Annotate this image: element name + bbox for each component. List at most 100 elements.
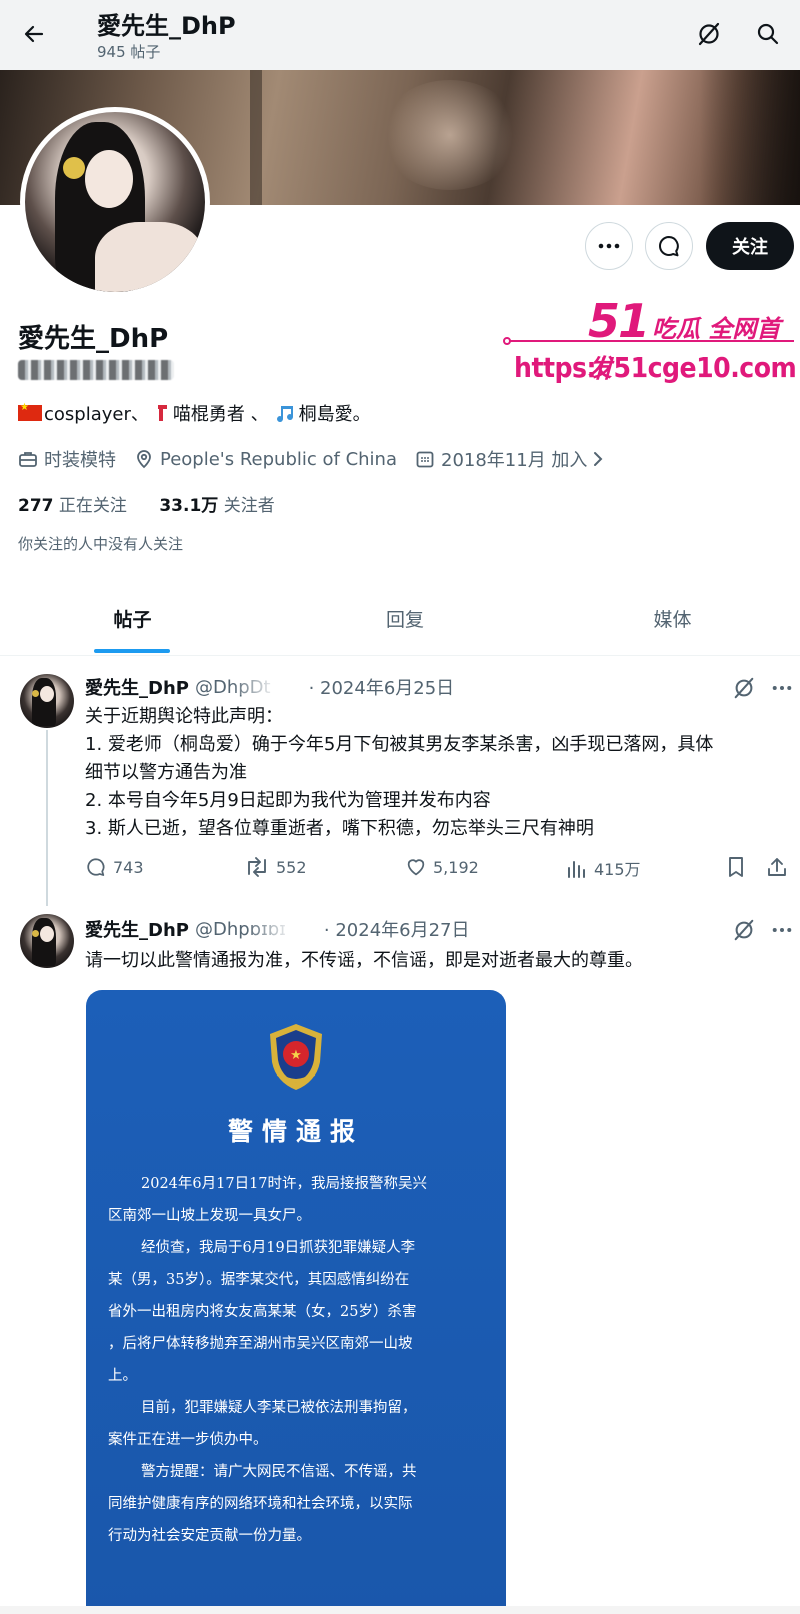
notice-line: 目前，犯罪嫌疑人李某已被依法刑事拘留， bbox=[141, 1400, 417, 1416]
post-date[interactable]: · 2024年6月27日 bbox=[324, 916, 470, 942]
bookmark-button[interactable] bbox=[726, 856, 752, 878]
post-text-line: 1. 爱老师（桐岛爱）确于今年5月下旬被其男友李某杀害，凶手现已落网，具体 bbox=[85, 734, 714, 755]
share-icon bbox=[768, 858, 786, 876]
grok-icon bbox=[734, 677, 754, 699]
post-text-line: 细节以警方通告为准 bbox=[85, 762, 247, 783]
avatar-flower bbox=[63, 157, 85, 179]
profile-stats: 277 正在关注 33.1万 关注者 bbox=[18, 491, 275, 516]
avatar-face bbox=[85, 150, 133, 208]
post-header: 愛先生_DhP @DhpDt · 2024年6月25日 bbox=[85, 674, 454, 700]
active-tab-indicator bbox=[94, 649, 170, 653]
police-emblem-icon: ★ bbox=[270, 1024, 322, 1090]
like-count: 5,192 bbox=[433, 857, 479, 877]
profile-joined[interactable]: 2018年11月 加入 bbox=[415, 446, 609, 472]
reply-button[interactable]: 743 bbox=[85, 856, 144, 878]
profile-location: People's Republic of China bbox=[134, 449, 397, 470]
heart-icon bbox=[407, 859, 425, 876]
police-notice-image[interactable]: ★ 警情通报 2024年6月17日17时许，我局接报警称吴兴 区南郊一山坡上发现… bbox=[86, 990, 506, 1614]
more-button[interactable] bbox=[585, 222, 633, 270]
watermark-dot bbox=[503, 337, 511, 345]
joined-label: 2018年11月 加入 bbox=[441, 450, 588, 471]
post-more-button[interactable] bbox=[766, 672, 798, 704]
location-label: People's Republic of China bbox=[160, 448, 397, 470]
post-text-line: 2. 本号自今年5月9日起即为我代为管理并发布内容 bbox=[85, 790, 491, 811]
profile-bio: cosplayer、 喵棍勇者 、 桐島愛。 bbox=[18, 400, 371, 426]
like-button[interactable]: 5,192 bbox=[405, 856, 479, 878]
following-label: 正在关注 bbox=[58, 496, 127, 516]
music-note-icon bbox=[276, 406, 293, 423]
notice-line: ，后将尸体转移抛弃至湖州市吴兴区南郊一山坡 bbox=[108, 1336, 413, 1352]
red-stick-icon bbox=[157, 405, 167, 421]
repost-count: 552 bbox=[276, 857, 307, 877]
profile-meta: 时装模特 People's Republic of China 2018年11月… bbox=[18, 446, 627, 472]
message-button[interactable] bbox=[645, 222, 693, 270]
bookmark-icon bbox=[729, 857, 743, 877]
avatar-hair bbox=[32, 918, 56, 966]
watermark-url: https://51cge10.com bbox=[514, 351, 797, 384]
arrow-left-icon bbox=[24, 25, 44, 43]
handle-redaction bbox=[230, 679, 309, 695]
post-grok-button[interactable] bbox=[728, 672, 760, 704]
tab-media[interactable]: 媒体 bbox=[545, 580, 800, 656]
bio-part-2: 喵棍勇者 、 bbox=[172, 404, 269, 425]
watermark-line bbox=[506, 340, 794, 342]
post-more-button[interactable] bbox=[766, 914, 798, 946]
avatar-face bbox=[40, 926, 54, 942]
followers-label: 关注者 bbox=[223, 496, 275, 516]
more-icon bbox=[598, 243, 620, 249]
repost-button[interactable]: 552 bbox=[244, 856, 307, 878]
tab-replies[interactable]: 回复 bbox=[265, 580, 545, 656]
notice-title: 警情通报 bbox=[227, 1117, 364, 1146]
grok-icon bbox=[734, 919, 754, 941]
bar-chart-icon bbox=[568, 861, 585, 878]
following-count: 277 bbox=[18, 496, 54, 516]
avatar-hair bbox=[32, 678, 56, 726]
grok-button[interactable] bbox=[689, 14, 729, 54]
notice-line: 案件正在进一步侦办中。 bbox=[108, 1432, 268, 1448]
thread-connector bbox=[46, 730, 48, 906]
header-title: 愛先生_DhP bbox=[97, 12, 236, 40]
search-button[interactable] bbox=[748, 14, 788, 54]
notice-line: 警方提醒：请广大网民不信谣、不传谣，共 bbox=[141, 1464, 417, 1480]
post-date[interactable]: · 2024年6月25日 bbox=[309, 674, 455, 700]
search-icon bbox=[757, 23, 779, 45]
follow-button[interactable]: 关注 bbox=[706, 222, 794, 270]
post-avatar[interactable] bbox=[20, 914, 74, 968]
chevron-right-icon bbox=[594, 452, 603, 466]
calendar-icon bbox=[416, 451, 434, 468]
post-author-name[interactable]: 愛先生_DhP bbox=[85, 674, 189, 700]
notice-body: 2024年6月17日17时许，我局接报警称吴兴 区南郊一山坡上发现一具女尸。 经… bbox=[108, 1168, 488, 1552]
banner-shadow bbox=[700, 70, 800, 205]
share-button[interactable] bbox=[766, 856, 794, 878]
notice-line: 省外一出租房内将女友高某某（女，25岁）杀害 bbox=[108, 1304, 417, 1320]
repost-icon bbox=[248, 857, 266, 877]
avatar-flower bbox=[32, 930, 39, 937]
mutual-followers-note: 你关注的人中没有人关注 bbox=[18, 535, 184, 553]
followers-count: 33.1万 bbox=[159, 496, 219, 516]
reply-count: 743 bbox=[113, 857, 144, 877]
more-icon bbox=[772, 686, 792, 690]
post-text-line: 关于近期舆论特此声明： bbox=[85, 706, 283, 727]
post-text-line: 3. 斯人已逝，望各位尊重逝者，嘴下积德，勿忘举头三尺有神明 bbox=[85, 818, 594, 839]
category-label: 时装模特 bbox=[44, 450, 116, 471]
followers-link[interactable]: 33.1万 关注者 bbox=[159, 496, 274, 516]
post-author-name[interactable]: 愛先生_DhP bbox=[85, 916, 189, 942]
location-pin-icon bbox=[137, 450, 151, 469]
notice-line: 区南郊一山坡上发现一具女尸。 bbox=[108, 1208, 311, 1224]
post-count: 945 帖子 bbox=[97, 43, 161, 61]
post-avatar[interactable] bbox=[20, 674, 74, 728]
bio-part-3: 桐島愛。 bbox=[298, 404, 371, 425]
profile-name: 愛先生_DhP bbox=[18, 324, 169, 354]
tab-posts[interactable]: 帖子 bbox=[0, 580, 265, 656]
notice-line: 上。 bbox=[108, 1368, 137, 1384]
profile-avatar[interactable] bbox=[20, 107, 210, 297]
banner-light bbox=[380, 80, 520, 190]
view-count: 415万 bbox=[594, 860, 641, 879]
more-icon bbox=[772, 928, 792, 932]
bottom-edge bbox=[0, 1606, 800, 1614]
post-grok-button[interactable] bbox=[728, 914, 760, 946]
following-link[interactable]: 277 正在关注 bbox=[18, 496, 127, 516]
bio-part-1: cosplayer、 bbox=[44, 404, 149, 425]
back-button[interactable] bbox=[14, 14, 54, 54]
views-button[interactable]: 415万 bbox=[566, 856, 641, 880]
